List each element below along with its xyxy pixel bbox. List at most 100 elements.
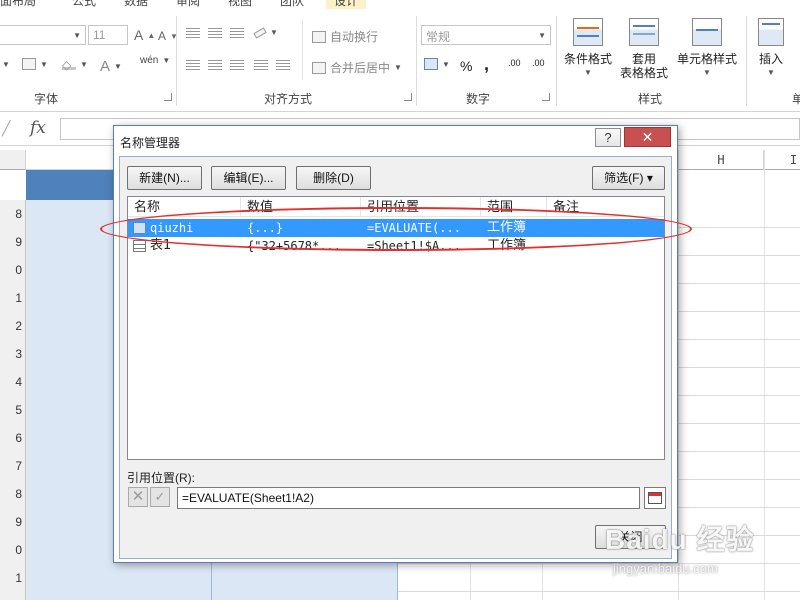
font-dialog-launcher[interactable] xyxy=(164,93,172,101)
ribbon-tabs: 面布局 公式 数据 审阅 视图 团队 设计 xyxy=(0,0,800,10)
column-header-refers-to[interactable]: 引用位置 xyxy=(361,197,481,217)
column-header-name[interactable]: 名称 xyxy=(128,197,241,217)
decrease-indent-icon[interactable] xyxy=(254,60,268,72)
cell-a[interactable] xyxy=(26,564,212,592)
align-left-icon[interactable] xyxy=(186,60,200,72)
column-header-h[interactable]: H xyxy=(678,150,764,170)
number-dialog-launcher[interactable] xyxy=(542,93,550,101)
help-button[interactable]: ? xyxy=(595,128,621,147)
format-as-table-button[interactable]: 套用 表格格式 xyxy=(614,18,674,80)
fill-color-button[interactable]: ◇ ▼ xyxy=(62,58,88,72)
underline-button[interactable]: ▼ xyxy=(2,60,10,69)
row-number[interactable]: 0 xyxy=(0,256,26,284)
font-size-combo[interactable]: 11 xyxy=(88,25,128,45)
insert-button[interactable]: 插入 ▼ xyxy=(752,18,790,80)
name-cell: qiuzhi xyxy=(150,221,194,235)
column-header-comment[interactable]: 备注 xyxy=(547,197,664,217)
group-label-alignment: 对齐方式 xyxy=(264,92,313,106)
cancel-edit-button[interactable]: ✕ xyxy=(128,487,148,507)
scope-cell: 工作簿 xyxy=(487,238,527,253)
align-top-icon[interactable] xyxy=(186,28,200,40)
borders-icon xyxy=(22,58,36,70)
borders-button[interactable]: ▼ xyxy=(22,58,48,70)
names-list[interactable]: 名称 数值 引用位置 范围 备注 qiuzhi {...} =EVALUATE(… xyxy=(127,196,665,460)
row-number[interactable]: 1 xyxy=(0,284,26,312)
row-number[interactable]: 7 xyxy=(0,452,26,480)
value-cell: {...} xyxy=(247,221,284,235)
column-header-value[interactable]: 数值 xyxy=(241,197,361,217)
cancel-entry-icon[interactable]: ╱ xyxy=(2,120,10,137)
conditional-format-button[interactable]: 条件格式 ▼ xyxy=(560,18,616,80)
cell-b[interactable] xyxy=(212,592,398,600)
cell-styles-button[interactable]: 单元格样式 ▼ xyxy=(676,18,738,80)
alignment-dialog-launcher[interactable] xyxy=(404,93,412,101)
watermark-logo-text: Baidu 经验 xyxy=(605,524,755,555)
refers-to-input[interactable]: =EVALUATE(Sheet1!A2) xyxy=(177,487,640,509)
row-number[interactable]: 8 xyxy=(0,480,26,508)
align-right-icon[interactable] xyxy=(230,60,244,72)
tab-formulas[interactable]: 公式 xyxy=(72,0,96,9)
cell-a[interactable] xyxy=(26,592,212,600)
accounting-format-button[interactable]: ▼ xyxy=(424,58,450,70)
collapse-dialog-button[interactable] xyxy=(644,487,666,509)
name-row-table1[interactable]: 表1 {"32+5678*... =Sheet1!$A... 工作簿 xyxy=(128,237,664,255)
dialog-titlebar[interactable]: 名称管理器 ? ✕ xyxy=(114,126,677,156)
align-bottom-icon[interactable] xyxy=(230,28,244,40)
delete-name-button[interactable]: 删除(D) xyxy=(296,166,371,190)
value-cell: {"32+5678*... xyxy=(247,239,341,253)
tab-design[interactable]: 设计 xyxy=(326,0,367,9)
insert-icon xyxy=(758,18,784,46)
merge-center-button[interactable]: 合并后居中 ▼ xyxy=(312,59,402,76)
fill-color-icon: ◇ xyxy=(62,58,76,72)
group-label-number: 数字 xyxy=(466,92,491,106)
font-name-combo[interactable]: ▼ xyxy=(0,25,86,45)
column-header-i[interactable]: I xyxy=(764,150,800,170)
font-color-button[interactable]: A ▼ xyxy=(100,58,122,75)
refers-to-cell: =EVALUATE(... xyxy=(367,221,461,235)
confirm-edit-button[interactable]: ✓ xyxy=(150,487,170,507)
ribbon-separator xyxy=(302,20,303,80)
insert-function-icon[interactable]: fx xyxy=(30,118,46,138)
row-number[interactable]: 0 xyxy=(0,536,26,564)
row-number[interactable]: 9 xyxy=(0,228,26,256)
tab-review[interactable]: 审阅 xyxy=(176,0,200,9)
align-middle-icon[interactable] xyxy=(208,28,222,40)
row-number[interactable]: 4 xyxy=(0,368,26,396)
tab-data[interactable]: 数据 xyxy=(124,0,148,9)
name-row-qiuzhi[interactable]: qiuzhi {...} =EVALUATE(... 工作簿 xyxy=(128,219,664,237)
row-number[interactable]: 9 xyxy=(0,508,26,536)
number-format-combo[interactable]: 常规 ▼ xyxy=(421,25,551,45)
corner-header[interactable] xyxy=(0,150,26,170)
ribbon-separator xyxy=(416,16,417,106)
column-header-scope[interactable]: 范围 xyxy=(481,197,547,217)
filter-button[interactable]: 筛选(F) ▾ xyxy=(592,166,665,190)
tab-view[interactable]: 视图 xyxy=(228,0,252,9)
tab-page-layout[interactable]: 面布局 xyxy=(0,0,36,9)
edit-name-button[interactable]: 编辑(E)... xyxy=(211,166,286,190)
decrease-decimal-button[interactable]: .00 xyxy=(532,58,545,68)
row-number[interactable]: 2 xyxy=(0,592,26,600)
close-window-button[interactable]: ✕ xyxy=(624,127,671,147)
grow-font-button[interactable]: A ▲ xyxy=(134,27,155,43)
increase-indent-icon[interactable] xyxy=(276,60,290,72)
increase-decimal-button[interactable]: .00 xyxy=(508,58,521,68)
wrap-text-icon xyxy=(312,30,326,43)
shrink-font-button[interactable]: A ▼ xyxy=(158,29,178,43)
comma-button[interactable]: , xyxy=(484,54,489,75)
row-number[interactable]: 1 xyxy=(0,564,26,592)
list-header: 名称 数值 引用位置 范围 备注 xyxy=(128,197,664,217)
row-number[interactable]: 6 xyxy=(0,424,26,452)
cell-b[interactable] xyxy=(212,564,398,592)
phonetic-button[interactable]: wén ▼ xyxy=(140,55,170,66)
align-center-icon[interactable] xyxy=(208,60,222,72)
row-number[interactable]: 5 xyxy=(0,396,26,424)
tab-team[interactable]: 团队 xyxy=(280,0,304,9)
row-number[interactable]: 3 xyxy=(0,340,26,368)
wrap-text-button[interactable]: 自动换行 xyxy=(312,28,378,45)
group-label-styles: 样式 xyxy=(638,92,663,106)
orientation-button[interactable]: ▼ xyxy=(253,26,278,39)
row-number[interactable]: 2 xyxy=(0,312,26,340)
percent-button[interactable]: % xyxy=(460,58,472,74)
row-number[interactable]: 8 xyxy=(0,200,26,228)
new-name-button[interactable]: 新建(N)... xyxy=(127,166,202,190)
